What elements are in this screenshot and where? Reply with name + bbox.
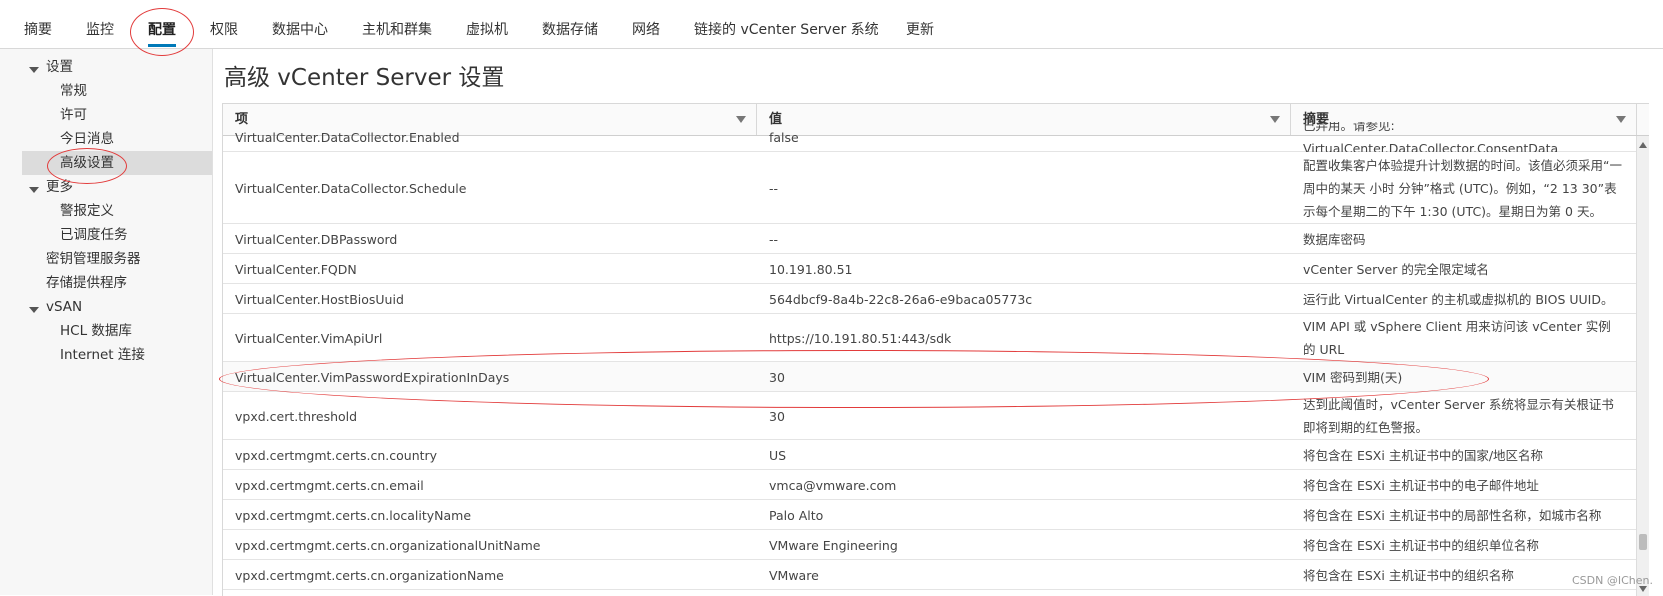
watermark: CSDN @IChen. xyxy=(1572,574,1653,587)
page-title: 高级 vCenter Server 设置 xyxy=(224,65,505,91)
cell-name: VirtualCenter.HostBiosUuid xyxy=(235,291,404,307)
cell-name: VirtualCenter.FQDN xyxy=(235,261,357,277)
nav-hcl-database[interactable]: HCL 数据库 xyxy=(60,319,132,343)
table-row[interactable]: vpxd.certmgmt.certs.cn.organizationalUni… xyxy=(223,530,1649,560)
cell-value: vmca@vmware.com xyxy=(769,477,897,493)
cell-value: https://10.191.80.51:443/sdk xyxy=(769,330,952,346)
cell-value: -- xyxy=(769,231,779,247)
cell-name: vpxd.certmgmt.certs.cn.localityName xyxy=(235,507,472,523)
table-row[interactable]: VirtualCenter.DataCollector.Schedule -- … xyxy=(223,152,1649,224)
cell-value: 30 xyxy=(769,408,785,424)
tab-linked-vcenter[interactable]: 链接的 vCenter Server 系统 xyxy=(694,19,879,39)
cell-summary: 将包含在 ESXi 主机证书中的电子邮件地址 xyxy=(1303,477,1539,493)
cell-summary: 数据库密码 xyxy=(1303,231,1366,247)
cell-name: VirtualCenter.DataCollector.Enabled xyxy=(235,129,460,145)
cell-name: vpxd.certmgmt.certs.cn.organizationName xyxy=(235,567,504,583)
nav-today-message[interactable]: 今日消息 xyxy=(60,127,114,151)
nav-general[interactable]: 常规 xyxy=(60,79,87,103)
table-row[interactable]: vpxd.certmgmt.certs.cn.organizationName … xyxy=(223,560,1649,590)
nav-storage-providers[interactable]: 存储提供程序 xyxy=(46,271,127,295)
cell-summary: 达到此阈值时，vCenter Server 系统将显示有关根证书即将到期的红色警… xyxy=(1303,397,1614,435)
collapse-caret-icon[interactable] xyxy=(29,307,39,313)
table-row[interactable]: VirtualCenter.VimPasswordExpirationInDay… xyxy=(223,362,1649,392)
cell-name: VirtualCenter.DBPassword xyxy=(235,231,398,247)
cell-summary: 配置收集客户体验提升计划数据的时间。该值必须采用“一周中的某天 小时 分钟”格式… xyxy=(1303,157,1622,219)
table-row[interactable]: VirtualCenter.VimApiUrl https://10.191.8… xyxy=(223,314,1649,362)
table-row[interactable]: VirtualCenter.DataCollector.Enabled fals… xyxy=(223,122,1649,152)
tab-updates[interactable]: 更新 xyxy=(906,19,934,39)
cell-summary: 将包含在 ESXi 主机证书中的组织单位名称 xyxy=(1303,537,1539,553)
cell-name: vpxd.certmgmt.certs.cn.country xyxy=(235,447,438,463)
cell-value: Palo Alto xyxy=(769,507,824,523)
table-row[interactable]: VirtualCenter.DBPassword -- 数据库密码 xyxy=(223,224,1649,254)
scroll-thumb[interactable] xyxy=(1639,534,1647,550)
nav-settings[interactable]: 设置 xyxy=(46,55,73,79)
cell-summary: 已弃用。请参见: VirtualCenter.DataCollector.Con… xyxy=(1303,122,1559,152)
cell-summary: VIM 密码到期(天) xyxy=(1303,369,1403,385)
table-row[interactable]: vpxd.certmgmt.certs.cn.email vmca@vmware… xyxy=(223,470,1649,500)
tab-bar: 摘要 监控 配置 权限 数据中心 主机和群集 虚拟机 数据存储 网络 链接的 v… xyxy=(0,0,1663,49)
cell-name: VirtualCenter.DataCollector.Schedule xyxy=(235,180,467,196)
tab-datastores[interactable]: 数据存储 xyxy=(542,19,598,39)
table-row[interactable]: vpxd.certmgmt.certs.cn.localityName Palo… xyxy=(223,500,1649,530)
cell-name: vpxd.certmgmt.certs.cn.email xyxy=(235,477,424,493)
cell-name: vpxd.certmgmt.certs.cn.organizationalUni… xyxy=(235,537,541,553)
cell-summary: vCenter Server 的完全限定域名 xyxy=(1303,261,1489,277)
advanced-settings-grid: 项 值 摘要 VirtualCenter.DataCollector.Enabl… xyxy=(222,103,1649,596)
cell-name: VirtualCenter.VimApiUrl xyxy=(235,330,383,346)
cell-value: false xyxy=(769,129,799,145)
cell-value: VMware Engineering xyxy=(769,537,898,553)
tab-permissions[interactable]: 权限 xyxy=(210,19,238,39)
table-row[interactable]: vpxd.cert.threshold 30 达到此阈值时，vCenter Se… xyxy=(223,392,1649,440)
tab-summary[interactable]: 摘要 xyxy=(24,19,52,39)
nav-more[interactable]: 更多 xyxy=(46,175,73,199)
tab-datacenters[interactable]: 数据中心 xyxy=(272,19,328,39)
nav-scheduled-tasks[interactable]: 已调度任务 xyxy=(60,223,128,247)
cell-name: vpxd.cert.threshold xyxy=(235,408,358,424)
tab-vms[interactable]: 虚拟机 xyxy=(466,19,508,39)
nav-internet-connectivity[interactable]: Internet 连接 xyxy=(60,343,145,367)
table-row[interactable]: VirtualCenter.HostBiosUuid 564dbcf9-8a4b… xyxy=(223,284,1649,314)
table-row[interactable]: vpxd.certmgmt.certs.cn.country US 将包含在 E… xyxy=(223,440,1649,470)
cell-value: 564dbcf9-8a4b-22c8-26a6-e9baca05773c xyxy=(769,291,1033,307)
nav-license[interactable]: 许可 xyxy=(60,103,87,127)
left-nav: 设置 常规 许可 今日消息 高级设置 更多 警报定义 已调度任务 密钥管理服务器… xyxy=(0,49,213,595)
collapse-caret-icon[interactable] xyxy=(29,187,39,193)
cell-value: 30 xyxy=(769,369,785,385)
collapse-caret-icon[interactable] xyxy=(29,67,39,73)
tab-networks[interactable]: 网络 xyxy=(632,19,660,39)
cell-name: VirtualCenter.VimPasswordExpirationInDay… xyxy=(235,369,510,385)
scroll-up-icon[interactable] xyxy=(1639,142,1647,148)
cell-summary: 将包含在 ESXi 主机证书中的国家/地区名称 xyxy=(1303,447,1544,463)
nav-alarm-definitions[interactable]: 警报定义 xyxy=(60,199,114,223)
tab-configure[interactable]: 配置 xyxy=(148,19,176,47)
cell-summary: 将包含在 ESXi 主机证书中的局部性名称，如城市名称 xyxy=(1303,507,1602,523)
cell-value: US xyxy=(769,447,787,463)
vertical-scrollbar[interactable] xyxy=(1636,136,1649,596)
cell-summary: VIM API 或 vSphere Client 用来访问该 vCenter 实… xyxy=(1303,319,1611,357)
tab-hosts-clusters[interactable]: 主机和群集 xyxy=(362,19,432,39)
cell-value: 10.191.80.51 xyxy=(769,261,853,277)
nav-key-servers[interactable]: 密钥管理服务器 xyxy=(46,247,141,271)
cell-value: VMware xyxy=(769,567,819,583)
cell-value: -- xyxy=(769,180,779,196)
table-row[interactable]: VirtualCenter.FQDN 10.191.80.51 vCenter … xyxy=(223,254,1649,284)
cell-summary: 运行此 VirtualCenter 的主机或虚拟机的 BIOS UUID。 xyxy=(1303,291,1614,307)
nav-vsan[interactable]: vSAN xyxy=(46,295,82,319)
nav-advanced-settings[interactable]: 高级设置 xyxy=(22,151,212,175)
tab-monitor[interactable]: 监控 xyxy=(86,19,114,39)
